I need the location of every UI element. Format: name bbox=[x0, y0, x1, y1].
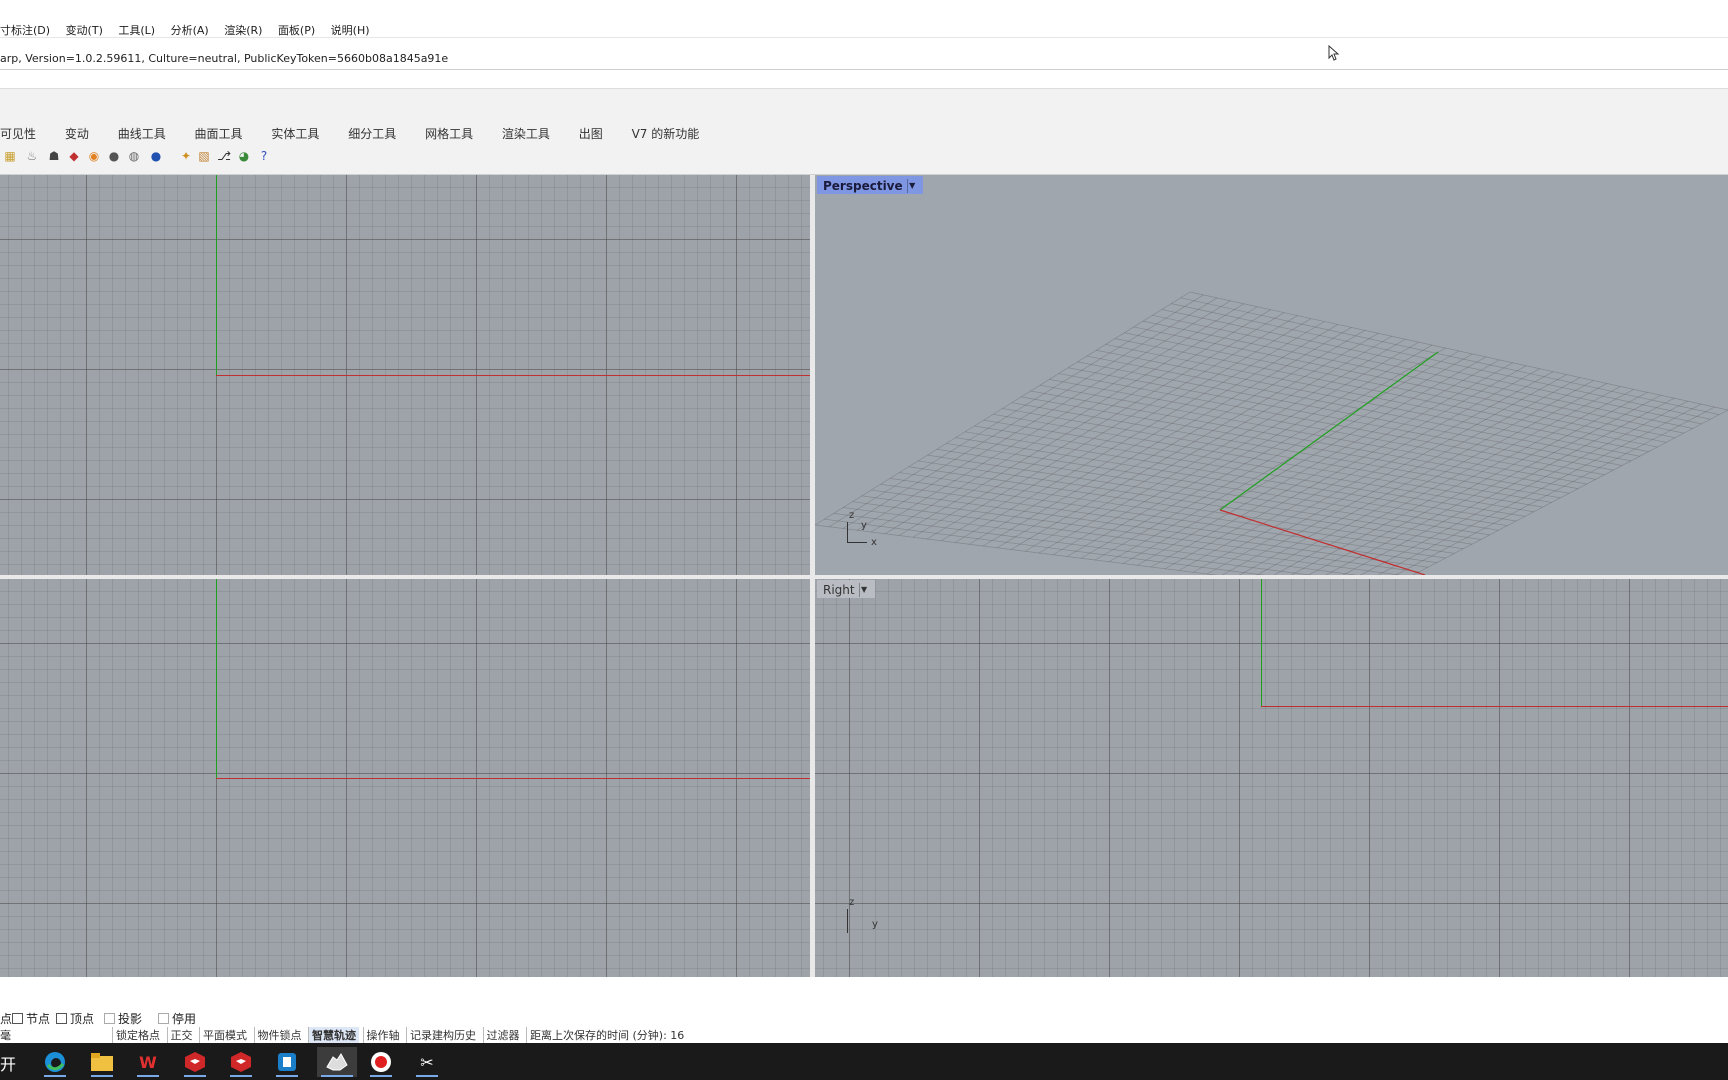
material-icon[interactable]: ◆ bbox=[66, 148, 82, 164]
checkbox[interactable] bbox=[158, 1013, 169, 1024]
sphere-icon[interactable]: ● bbox=[106, 148, 122, 164]
windows-taskbar: 开始 W ✂ bbox=[0, 1043, 1728, 1080]
tab-solid-tools[interactable]: 实体工具 bbox=[271, 125, 319, 142]
start-button[interactable]: 开始 bbox=[0, 1051, 16, 1075]
z-axis-line bbox=[1261, 579, 1262, 706]
checkbox[interactable] bbox=[12, 1013, 23, 1024]
color-wheel-icon[interactable]: ◉ bbox=[86, 148, 102, 164]
viewport-right[interactable]: Right ▼ z y bbox=[815, 579, 1728, 977]
menu-tools[interactable]: 工具(L) bbox=[118, 22, 155, 38]
grid-line bbox=[1256, 383, 1608, 575]
menu-items: 寸标注(D) 变动(T) 工具(L) 分析(A) 渲染(R) 面板(P) 说明(… bbox=[0, 22, 382, 38]
menu-render[interactable]: 渲染(R) bbox=[224, 22, 262, 38]
z-axis-line bbox=[216, 579, 217, 778]
chevron-down-icon[interactable]: ▼ bbox=[858, 582, 869, 597]
layer-icon[interactable]: ☗ bbox=[46, 148, 62, 164]
mouse-pointer-icon bbox=[1328, 45, 1340, 61]
y-axis-line bbox=[1261, 706, 1728, 707]
menu-panels[interactable]: 面板(P) bbox=[278, 22, 315, 38]
snap-disable[interactable]: 停用 bbox=[158, 1010, 196, 1027]
menu-bar: 寸标注(D) 变动(T) 工具(L) 分析(A) 渲染(R) 面板(P) 说明(… bbox=[0, 0, 1728, 38]
viewport-title: Right bbox=[823, 582, 855, 597]
sketchup-2-icon[interactable] bbox=[226, 1047, 256, 1077]
status-filter[interactable]: 过滤器 bbox=[482, 1027, 523, 1043]
tab-render-tools[interactable]: 渲染工具 bbox=[502, 125, 550, 142]
chevron-down-icon[interactable]: ▼ bbox=[906, 178, 917, 193]
layout-icon[interactable]: ▦ bbox=[2, 148, 18, 164]
tab-curve-tools[interactable]: 曲线工具 bbox=[118, 125, 166, 142]
tab-mesh-tools[interactable]: 网格工具 bbox=[425, 125, 473, 142]
y-axis-line bbox=[216, 175, 217, 375]
grid-line bbox=[824, 518, 1266, 575]
x-axis-line bbox=[216, 778, 810, 779]
wps-icon[interactable]: W bbox=[133, 1047, 163, 1077]
light-icon[interactable]: ✦ bbox=[178, 148, 194, 164]
status-ortho[interactable]: 正交 bbox=[166, 1027, 196, 1043]
menu-transform[interactable]: 变动(T) bbox=[66, 22, 103, 38]
camera-icon[interactable]: ⎇ bbox=[216, 148, 232, 164]
snap-vertex[interactable]: 顶点 bbox=[56, 1010, 94, 1027]
tab-layout[interactable]: 出图 bbox=[579, 125, 603, 142]
toolbar-tabs: 可见性 变动 曲线工具 曲面工具 实体工具 细分工具 网格工具 渲染工具 出图 … bbox=[0, 118, 1728, 142]
perspective-grid bbox=[815, 291, 1728, 575]
status-grid-snap[interactable]: 锁定格点 bbox=[112, 1027, 163, 1043]
command-prompt[interactable] bbox=[0, 70, 1728, 88]
capcut-icon[interactable]: ✂ bbox=[412, 1047, 442, 1077]
status-record-history[interactable]: 记录建构历史 bbox=[406, 1027, 479, 1043]
tab-surface-tools[interactable]: 曲面工具 bbox=[195, 125, 243, 142]
viewport-title: Perspective bbox=[823, 178, 903, 193]
tab-transform[interactable]: 变动 bbox=[65, 125, 89, 142]
status-planar[interactable]: 平面模式 bbox=[199, 1027, 250, 1043]
x-axis-line bbox=[216, 375, 810, 376]
tab-v7-new[interactable]: V7 的新功能 bbox=[632, 125, 700, 142]
edge-icon[interactable] bbox=[40, 1047, 70, 1077]
recorder-icon[interactable] bbox=[366, 1047, 396, 1077]
viewport-label-perspective[interactable]: Perspective ▼ bbox=[817, 176, 923, 194]
status-osnap[interactable]: 物件锁点 bbox=[253, 1027, 305, 1043]
status-smarttrack[interactable]: 智慧轨迹 bbox=[308, 1027, 359, 1043]
grid-line bbox=[861, 495, 1420, 573]
status-gumball[interactable]: 操作轴 bbox=[362, 1027, 403, 1043]
viewport-top[interactable] bbox=[0, 175, 810, 575]
tab-visibility[interactable]: 可见性 bbox=[0, 125, 36, 142]
help-icon[interactable]: ? bbox=[256, 148, 272, 164]
lightbulb-icon[interactable]: ♨ bbox=[24, 148, 40, 164]
status-units: 毫 bbox=[0, 1029, 11, 1042]
viewport-label-right[interactable]: Right ▼ bbox=[817, 580, 875, 598]
command-separator bbox=[0, 88, 1728, 118]
rhino-icon[interactable] bbox=[317, 1047, 357, 1077]
viewport-area: Perspective ▼ z y x Right ▼ z y bbox=[0, 175, 1728, 977]
tab-subd-tools[interactable]: 细分工具 bbox=[348, 125, 396, 142]
render-sphere-icon[interactable]: ◍ bbox=[126, 148, 142, 164]
texture-icon[interactable]: ▧ bbox=[196, 148, 212, 164]
grid-line bbox=[1412, 409, 1728, 575]
snap-point[interactable]: 点 bbox=[0, 1010, 12, 1027]
menu-dimension[interactable]: 寸标注(D) bbox=[0, 22, 50, 38]
status-bar: 毫 锁定格点 正交 平面模式 物件锁点 智慧轨迹 操作轴 记录建构历史 过滤器 … bbox=[0, 1027, 1728, 1043]
grid-line bbox=[1394, 406, 1715, 575]
checkbox[interactable] bbox=[104, 1013, 115, 1024]
osnap-bar: 点 节点 顶点 投影 停用 bbox=[0, 1005, 1728, 1027]
globe-icon[interactable]: ◕ bbox=[236, 148, 252, 164]
checkbox[interactable] bbox=[56, 1013, 67, 1024]
environment-icon[interactable]: ● bbox=[148, 148, 164, 164]
file-explorer-icon[interactable] bbox=[87, 1047, 117, 1077]
snap-project[interactable]: 投影 bbox=[104, 1010, 142, 1027]
command-history-text: arp, Version=1.0.2.59611, Culture=neutra… bbox=[0, 52, 449, 65]
render-toolbar: ▦ ♨ ☗ ◆ ◉ ● ◍ ● ✦ ▧ ⎇ ◕ ? bbox=[0, 142, 1728, 175]
viewport-perspective[interactable]: Perspective ▼ z y x bbox=[815, 175, 1728, 575]
status-save-time: 距离上次保存的时间 (分钟): 16 bbox=[526, 1027, 687, 1043]
viewport-front[interactable] bbox=[0, 579, 810, 977]
command-history: arp, Version=1.0.2.59611, Culture=neutra… bbox=[0, 38, 1728, 70]
menu-analyze[interactable]: 分析(A) bbox=[171, 22, 209, 38]
grid-line bbox=[871, 489, 1428, 568]
menu-help[interactable]: 说明(H) bbox=[331, 22, 370, 38]
sketchup-icon[interactable] bbox=[180, 1047, 210, 1077]
snap-knot[interactable]: 节点 bbox=[12, 1010, 50, 1027]
sketchup-3d-icon[interactable] bbox=[272, 1047, 302, 1077]
